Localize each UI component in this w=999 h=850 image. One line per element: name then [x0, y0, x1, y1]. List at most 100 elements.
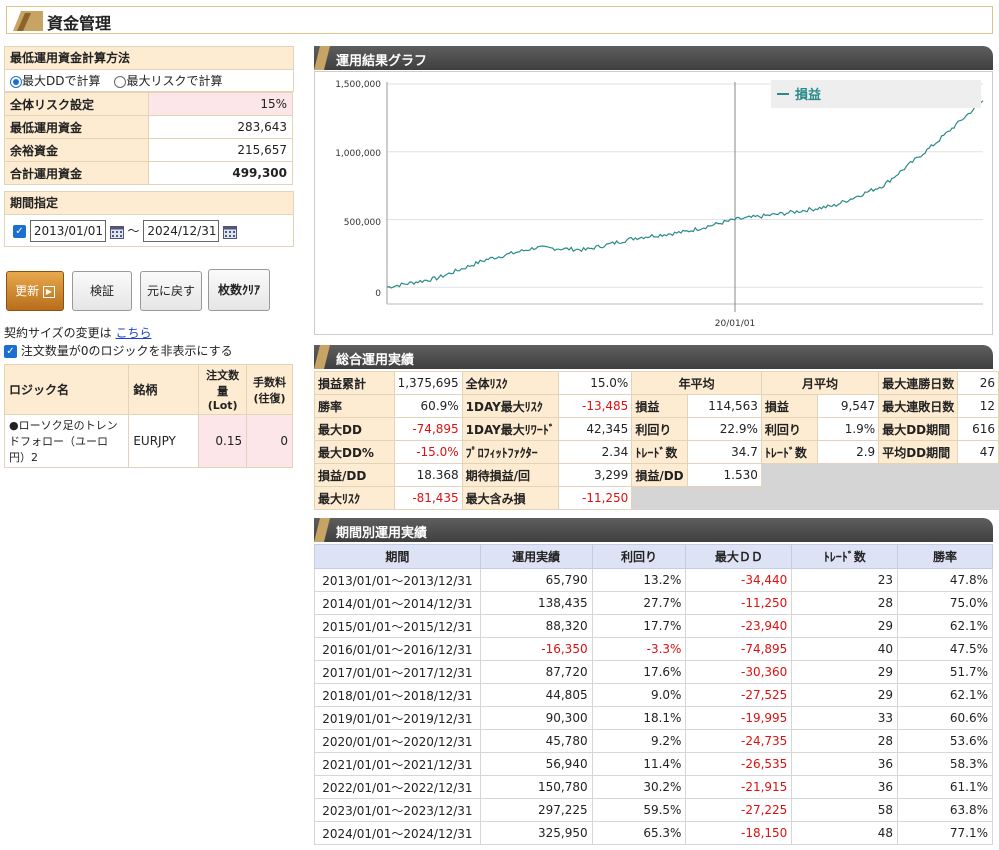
table-row: 2022/01/01～2022/12/31 150,780 30.2% -21,915…: [314, 775, 993, 799]
calendar-icon[interactable]: [109, 225, 124, 239]
update-button[interactable]: 更新 ▶: [6, 271, 64, 311]
table-cell: 87,720: [479, 660, 593, 684]
table-cell: 59.5%: [591, 798, 687, 822]
col-fee: 手数料(往復): [246, 364, 293, 415]
table-cell: 2020/01/01～2020/12/31: [314, 729, 481, 753]
logic-table: ロジック名 銘柄 注文数量(Lot) 手数料(往復) ●ローソク足のトレンドフォ…: [3, 364, 293, 468]
summary-value: 1,375,695: [393, 371, 463, 395]
table-cell: 2022/01/01～2022/12/31: [314, 775, 481, 799]
summary-value: 2.9: [816, 440, 880, 464]
table-cell: 58: [791, 798, 899, 822]
page-title: 資金管理: [47, 14, 112, 33]
calc-method-panel: 最低運用資金計算方法 最大DDで計算 最大リスクで計算 全体リスク設定 15% 最…: [4, 46, 294, 185]
table-cell: 9.2%: [591, 729, 687, 753]
summary-label: 最大含み損: [461, 486, 559, 510]
hide-zero-row: ✓ 注文数量が0のロジックを非表示にする: [4, 342, 233, 359]
summary-title: 総合運用実績: [336, 353, 415, 368]
table-cell: 150,780: [479, 775, 593, 799]
table-row: 2023/01/01～2023/12/31 297,225 59.5% -27,225…: [314, 798, 993, 822]
period-col-header: 期間: [314, 544, 481, 569]
table-cell: -26,535: [685, 752, 793, 776]
table-cell: -27,525: [685, 683, 793, 707]
summary-empty: [631, 486, 762, 510]
total-risk-label: 全体リスク設定: [4, 92, 149, 116]
table-cell: 13.2%: [591, 568, 687, 592]
summary-value: 60.9%: [393, 394, 463, 418]
spare-fund-value: 215,657: [148, 138, 293, 162]
table-cell: 65.3%: [591, 821, 687, 845]
summary-value: 18.368: [393, 463, 463, 487]
summary-value: 2.34: [557, 440, 633, 464]
table-row: 2021/01/01～2021/12/31 56,940 11.4% -26,535 3…: [314, 752, 993, 776]
table-cell: 325,950: [479, 821, 593, 845]
calendar-icon[interactable]: [223, 225, 238, 239]
col-qty: 注文数量(Lot): [198, 364, 248, 415]
table-cell: 75.0%: [897, 591, 993, 615]
table-row: 2019/01/01～2019/12/31 90,300 18.1% -19,995 3…: [314, 706, 993, 730]
summary-table: 損益累計 1,375,695 全体ﾘｽｸ 15.0% 年平均 月平均 最大連勝日…: [314, 371, 999, 510]
summary-label: 最大ﾘｽｸ: [314, 486, 395, 510]
logic-name: ●ローソク足のトレンドフォロー（ユーロ円）2: [3, 414, 130, 468]
period-table: 期間 運用実績 利回り 最大ＤＤ ﾄﾚｰﾄﾞ数 勝率 2013/01/01～2013/12…: [314, 544, 993, 845]
table-cell: 90,300: [479, 706, 593, 730]
summary-value: -74,895: [393, 417, 463, 441]
period-col-header: 利回り: [591, 544, 687, 569]
table-cell: 2024/01/01～2024/12/31: [314, 821, 481, 845]
min-fund-label: 最低運用資金: [4, 115, 149, 139]
table-cell: -11,250: [685, 591, 793, 615]
table-cell: 2014/01/01～2014/12/31: [314, 591, 481, 615]
logic-fee-input[interactable]: 0: [246, 414, 293, 468]
total-risk-value[interactable]: 15%: [148, 92, 293, 116]
summary-label: 平均DD期間: [878, 440, 959, 464]
clear-lots-button[interactable]: 枚数ｸﾘｱ: [208, 269, 270, 311]
table-cell: 30.2%: [591, 775, 687, 799]
verify-button[interactable]: 検証: [72, 271, 132, 311]
radio-max-dd[interactable]: 最大DDで計算: [10, 72, 100, 89]
month-avg-title: 月平均: [760, 371, 880, 395]
period-checkbox[interactable]: ✓: [13, 225, 26, 238]
table-row: 2015/01/01～2015/12/31 88,320 17.7% -23,940 2…: [314, 614, 993, 638]
table-cell: 60.6%: [897, 706, 993, 730]
hide-zero-checkbox[interactable]: ✓: [4, 345, 17, 358]
y-tick-label: 1,500,000: [335, 80, 381, 90]
table-cell: 36: [791, 775, 899, 799]
summary-label: 最大DD: [314, 417, 395, 441]
summary-label: 勝率: [314, 394, 395, 418]
contract-link[interactable]: こちら: [115, 326, 151, 340]
table-cell: 88,320: [479, 614, 593, 638]
col-symbol: 銘柄: [128, 364, 200, 415]
table-cell: 2019/01/01～2019/12/31: [314, 706, 481, 730]
table-cell: 2021/01/01～2021/12/31: [314, 752, 481, 776]
radio-max-risk[interactable]: 最大リスクで計算: [114, 72, 223, 89]
logic-qty-input[interactable]: 0.15: [198, 414, 248, 468]
summary-value: 1.530: [687, 463, 762, 487]
date-from-input[interactable]: 2013/01/01: [29, 220, 106, 242]
summary-value: -81,435: [393, 486, 463, 510]
fund-table: 全体リスク設定 15% 最低運用資金 283,643 余裕資金 215,657 合計運…: [4, 92, 293, 185]
table-cell: 56,940: [479, 752, 593, 776]
summary-label: 利回り: [631, 417, 689, 441]
table-cell: 33: [791, 706, 899, 730]
table-cell: 28: [791, 729, 899, 753]
table-row: 2017/01/01～2017/12/31 87,720 17.6% -30,360 2…: [314, 660, 993, 684]
reset-button[interactable]: 元に戻す: [140, 271, 202, 311]
date-to-input[interactable]: 2024/12/31: [143, 220, 220, 242]
table-cell: -19,995: [685, 706, 793, 730]
table-cell: -34,440: [685, 568, 793, 592]
table-cell: 61.1%: [897, 775, 993, 799]
summary-label: 期待損益/回: [461, 463, 559, 487]
min-fund-value: 283,643: [148, 115, 293, 139]
summary-label: 利回り: [760, 417, 818, 441]
summary-value: 12: [957, 394, 999, 418]
table-cell: -23,940: [685, 614, 793, 638]
table-cell: 62.1%: [897, 683, 993, 707]
x-tick-label: 20/01/01: [715, 319, 755, 329]
total-fund-value: 499,300: [148, 161, 293, 185]
table-cell: 44,805: [479, 683, 593, 707]
summary-label: 最大連勝日数: [878, 371, 959, 395]
summary-label: ﾄﾚｰﾄﾞ数: [760, 440, 818, 464]
col-logic-name: ロジック名: [3, 364, 130, 415]
summary-value: 1.9%: [816, 417, 880, 441]
summary-label: 1DAY最大ﾘﾜｰﾄﾞ: [461, 417, 559, 441]
table-row: 2014/01/01～2014/12/31 138,435 27.7% -11,250…: [314, 591, 993, 615]
